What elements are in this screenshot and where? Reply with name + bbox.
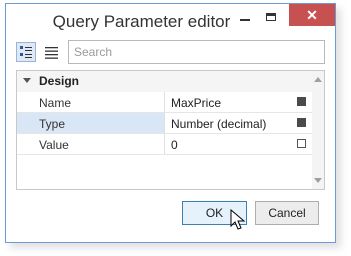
alphabetical-view-button[interactable] bbox=[42, 42, 62, 62]
category-label: Design bbox=[39, 74, 80, 88]
maximize-button[interactable] bbox=[258, 4, 284, 30]
scroll-up-icon[interactable] bbox=[314, 77, 322, 82]
dialog-window: Query Parameter editor ✕ Search Design N… bbox=[5, 3, 336, 243]
property-name: Name bbox=[39, 96, 72, 110]
property-value: MaxPrice bbox=[171, 96, 222, 110]
category-row-design[interactable]: Design bbox=[17, 71, 313, 92]
property-marker-icon[interactable] bbox=[297, 97, 306, 106]
scroll-down-icon[interactable] bbox=[314, 178, 322, 183]
maximize-icon bbox=[266, 13, 276, 21]
property-row-value[interactable]: Value 0 bbox=[17, 134, 313, 155]
property-name: Type bbox=[39, 117, 66, 131]
close-icon: ✕ bbox=[306, 7, 318, 23]
property-value: 0 bbox=[171, 138, 178, 152]
minimize-icon bbox=[240, 19, 250, 21]
property-marker-icon[interactable] bbox=[297, 139, 306, 148]
cancel-button[interactable]: Cancel bbox=[255, 201, 319, 225]
property-grid: Design Name MaxPrice Type Number (decima… bbox=[16, 70, 325, 190]
property-value-cell[interactable]: 0 bbox=[165, 134, 313, 154]
property-grid-toolbar: Search bbox=[16, 40, 325, 64]
property-row-name[interactable]: Name MaxPrice bbox=[17, 92, 313, 113]
close-button[interactable]: ✕ bbox=[289, 4, 335, 26]
property-value-cell[interactable]: Number (decimal) bbox=[165, 113, 313, 133]
search-placeholder: Search bbox=[74, 45, 113, 59]
minimize-button[interactable] bbox=[232, 4, 258, 30]
mouse-cursor-icon bbox=[230, 209, 246, 230]
property-value-cell[interactable]: MaxPrice bbox=[165, 92, 313, 112]
alphabetical-list-icon bbox=[45, 47, 58, 59]
collapse-triangle-icon[interactable] bbox=[23, 78, 31, 83]
title-bar[interactable]: Query Parameter editor ✕ bbox=[6, 4, 335, 38]
categorized-view-button[interactable] bbox=[16, 42, 36, 62]
property-name: Value bbox=[39, 138, 69, 152]
property-row-type[interactable]: Type Number (decimal) bbox=[17, 113, 313, 134]
categorized-icon bbox=[20, 46, 32, 58]
property-marker-icon[interactable] bbox=[297, 118, 306, 127]
vertical-scrollbar[interactable] bbox=[312, 71, 324, 189]
search-input[interactable]: Search bbox=[68, 40, 325, 64]
property-value: Number (decimal) bbox=[171, 117, 267, 131]
